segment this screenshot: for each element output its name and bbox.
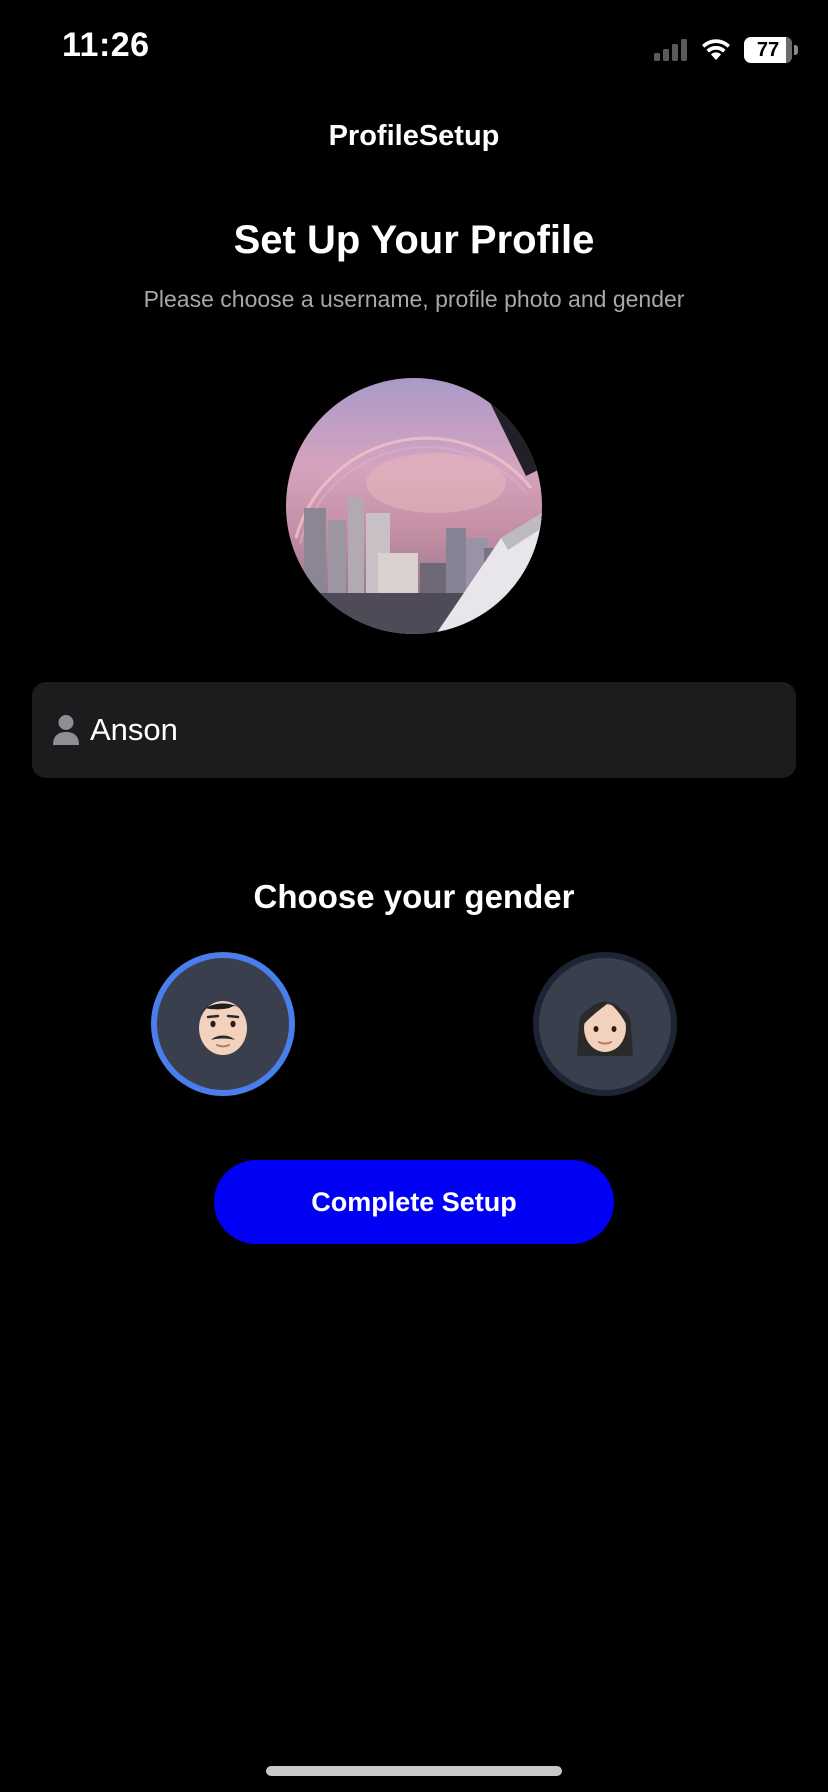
battery-indicator: 77 [744, 37, 798, 63]
username-input[interactable] [90, 712, 770, 748]
battery-icon: 77 [744, 37, 792, 63]
complete-setup-button[interactable]: Complete Setup [214, 1160, 614, 1244]
gender-option-female[interactable] [533, 952, 677, 1096]
gender-section-title: Choose your gender [253, 878, 575, 915]
profile-photo[interactable] [286, 378, 542, 634]
man-emoji-icon [199, 1001, 247, 1055]
profile-photo-image [286, 378, 542, 634]
username-field[interactable] [32, 682, 796, 778]
nav-title: ProfileSetup [328, 120, 500, 152]
page-title: Set Up Your Profile [233, 218, 595, 262]
page-subtitle: Please choose a username, profile photo … [143, 286, 685, 312]
woman-emoji-icon [577, 1001, 633, 1056]
battery-level: 77 [756, 38, 780, 61]
wifi-icon [702, 39, 730, 60]
cellular-signal-icon [654, 39, 687, 61]
status-icons: 77 [654, 36, 798, 64]
home-indicator[interactable] [266, 1766, 562, 1776]
status-time: 11:26 [62, 26, 150, 64]
gender-option-male[interactable] [151, 952, 295, 1096]
person-icon [53, 715, 79, 745]
battery-cap [794, 45, 798, 55]
